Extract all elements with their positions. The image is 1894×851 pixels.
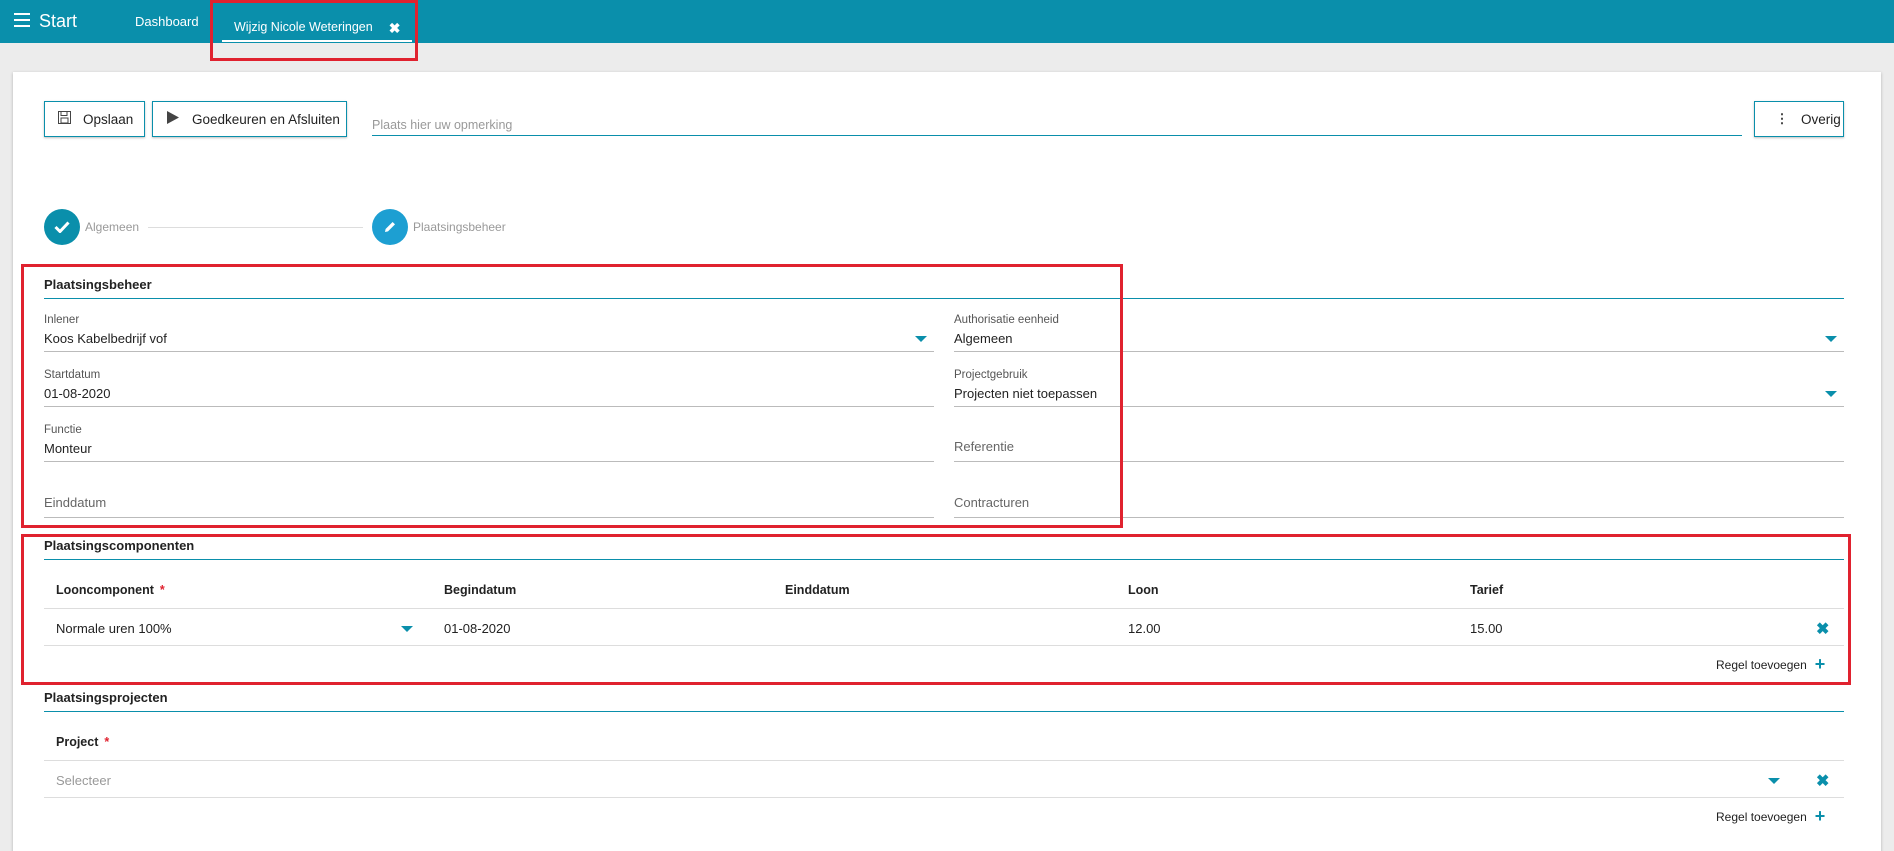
step-plaatsingsbeheer-pencil-icon[interactable] bbox=[372, 209, 408, 245]
begindatum-cell[interactable]: 01-08-2020 bbox=[444, 621, 511, 636]
authorisatie-underline bbox=[954, 351, 1844, 352]
projecten-divider bbox=[44, 711, 1844, 712]
componenten-title: Plaatsingscomponenten bbox=[44, 538, 195, 553]
projectgebruik-value: Projecten niet toepassen bbox=[954, 386, 1098, 401]
save-label: Opslaan bbox=[83, 111, 134, 127]
col-project: Project * bbox=[56, 735, 110, 749]
top-bar: Start Dashboard Wijzig Nicole Weteringen… bbox=[0, 0, 1894, 43]
plus-icon: + bbox=[1814, 654, 1826, 674]
step-plaatsingsbeheer-label: Plaatsingsbeheer bbox=[413, 220, 506, 234]
col-tarief: Tarief bbox=[1470, 583, 1504, 597]
inlener-dropdown-icon[interactable] bbox=[915, 336, 927, 342]
close-tab-icon[interactable]: ✖ bbox=[389, 20, 401, 40]
delete-project-row-icon[interactable]: ✖ bbox=[1816, 771, 1829, 791]
delete-row-icon[interactable]: ✖ bbox=[1816, 619, 1829, 639]
tab-edit-label: Wijzig Nicole Weteringen bbox=[234, 20, 373, 34]
col-looncomponent: Looncomponent * bbox=[56, 583, 165, 597]
authorisatie-dropdown-icon[interactable] bbox=[1825, 336, 1837, 342]
einddatum-label: Einddatum bbox=[44, 495, 107, 510]
approve-label: Goedkeuren en Afsluiten bbox=[192, 111, 340, 127]
projecten-row-divider bbox=[44, 797, 1844, 798]
inlener-label: Inlener bbox=[44, 314, 80, 326]
looncomponent-select[interactable]: Normale uren 100% bbox=[56, 621, 172, 636]
row-divider bbox=[44, 645, 1844, 646]
plaatsingsbeheer-title: Plaatsingsbeheer bbox=[44, 277, 152, 292]
more-button[interactable]: ⋮ Overig bbox=[1754, 101, 1844, 137]
floppy-icon bbox=[57, 111, 71, 127]
remark-input[interactable]: Plaats hier uw opmerking bbox=[372, 108, 1742, 136]
tarief-cell[interactable]: 15.00 bbox=[1470, 621, 1503, 636]
tab-edit-placement[interactable]: Wijzig Nicole Weteringen ✖ bbox=[222, 16, 413, 42]
play-icon bbox=[166, 111, 180, 127]
einddatum-underline bbox=[44, 517, 934, 518]
add-project-row-label: Regel toevoegen bbox=[1716, 809, 1807, 824]
add-row-label: Regel toevoegen bbox=[1716, 657, 1807, 672]
referentie-underline bbox=[954, 461, 1844, 462]
projectgebruik-underline bbox=[954, 406, 1844, 407]
functie-label: Functie bbox=[44, 424, 82, 436]
startdatum-label: Startdatum bbox=[44, 369, 101, 381]
contracturen-label: Contracturen bbox=[954, 495, 1030, 510]
inlener-underline bbox=[44, 351, 934, 352]
add-component-row-button[interactable]: Regel toevoegen + bbox=[1716, 654, 1825, 675]
plaatsingsbeheer-divider bbox=[44, 298, 1844, 299]
project-select[interactable]: Selecteer bbox=[56, 773, 111, 788]
looncomponent-dropdown-icon[interactable] bbox=[401, 626, 413, 632]
referentie-label: Referentie bbox=[954, 439, 1014, 454]
authorisatie-label: Authorisatie eenheid bbox=[954, 314, 1059, 326]
step-algemeen-check-icon[interactable] bbox=[44, 209, 80, 245]
projecten-header-divider bbox=[44, 760, 1844, 761]
table-header-divider bbox=[44, 608, 1844, 609]
projectgebruik-label: Projectgebruik bbox=[954, 369, 1028, 381]
projecten-title: Plaatsingsprojecten bbox=[44, 690, 168, 705]
componenten-divider bbox=[44, 559, 1844, 560]
start-link[interactable]: Start bbox=[39, 11, 77, 32]
save-button[interactable]: Opslaan bbox=[44, 101, 145, 137]
step-algemeen-label: Algemeen bbox=[85, 220, 140, 234]
loon-cell[interactable]: 12.00 bbox=[1128, 621, 1161, 636]
inlener-value: Koos Kabelbedrijf vof bbox=[44, 331, 167, 346]
contracturen-underline bbox=[954, 517, 1844, 518]
authorisatie-value: Algemeen bbox=[954, 331, 1013, 346]
project-dropdown-icon[interactable] bbox=[1768, 778, 1780, 784]
functie-value: Monteur bbox=[44, 441, 92, 456]
projectgebruik-dropdown-icon[interactable] bbox=[1825, 391, 1837, 397]
stepper-connector bbox=[148, 227, 363, 228]
approve-close-button[interactable]: Goedkeuren en Afsluiten bbox=[152, 101, 347, 137]
startdatum-underline bbox=[44, 406, 934, 407]
add-project-row-button[interactable]: Regel toevoegen + bbox=[1716, 806, 1825, 827]
vertical-dots-icon: ⋮ bbox=[1775, 111, 1789, 126]
col-loon: Loon bbox=[1128, 583, 1159, 597]
tab-dashboard[interactable]: Dashboard bbox=[135, 14, 199, 29]
plus-icon: + bbox=[1814, 806, 1826, 826]
col-einddatum: Einddatum bbox=[785, 583, 850, 597]
menu-icon[interactable] bbox=[14, 13, 30, 27]
col-begindatum: Begindatum bbox=[444, 583, 517, 597]
functie-underline bbox=[44, 461, 934, 462]
main-card: Opslaan Goedkeuren en Afsluiten Plaats h… bbox=[13, 72, 1881, 851]
startdatum-value: 01-08-2020 bbox=[44, 386, 111, 401]
more-label: Overig bbox=[1801, 111, 1841, 127]
